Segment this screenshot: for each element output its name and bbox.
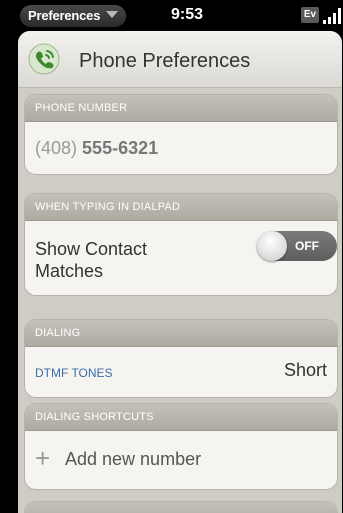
show-contact-matches-toggle[interactable]: OFF xyxy=(257,231,337,261)
app-menu-button[interactable]: Preferences xyxy=(20,5,127,27)
page-title: Phone Preferences xyxy=(79,50,251,72)
dtmf-tones-row[interactable]: DTMF TONES Short xyxy=(25,347,337,397)
chevron-down-icon xyxy=(106,11,119,18)
clock: 9:53 xyxy=(171,6,204,23)
section-header-dialpad: WHEN TYPING IN DIALPAD xyxy=(25,194,337,221)
section-header-dialing: DIALING xyxy=(25,320,337,347)
next-group-partial xyxy=(24,501,338,513)
dtmf-tones-value[interactable]: Short xyxy=(284,360,327,381)
device-screen: Preferences 9:53 Ev Phone Preferences PH… xyxy=(0,0,343,513)
dialing-shortcuts-group: DIALING SHORTCUTS + Add new number xyxy=(24,403,338,490)
section-header-partial xyxy=(25,502,337,513)
toggle-knob[interactable] xyxy=(257,231,287,261)
section-header-dialing-shortcuts: DIALING SHORTCUTS xyxy=(25,404,337,431)
add-new-number-button[interactable]: + Add new number xyxy=(25,431,337,489)
app-window: Phone Preferences PHONE NUMBER (408) 555… xyxy=(18,31,342,513)
add-new-number-label: Add new number xyxy=(65,449,202,469)
phone-number-field: (408) 555-6321 xyxy=(25,122,337,174)
dialing-group: DIALING DTMF TONES Short xyxy=(24,319,338,398)
dialpad-group: WHEN TYPING IN DIALPAD Show Contact Matc… xyxy=(24,193,338,296)
dtmf-tones-label: DTMF TONES xyxy=(35,366,113,380)
section-header-phone-number: PHONE NUMBER xyxy=(25,95,337,122)
phone-area-code: (408) xyxy=(35,138,78,158)
app-header: Phone Preferences xyxy=(18,31,342,88)
phone-number-group: PHONE NUMBER (408) 555-6321 xyxy=(24,94,338,175)
toggle-state: OFF xyxy=(295,239,319,253)
show-contact-matches-row: Show Contact Matches OFF xyxy=(25,221,337,295)
plus-icon: + xyxy=(35,443,51,473)
show-contact-matches-label: Show Contact Matches xyxy=(35,239,148,281)
app-menu-label: Preferences xyxy=(28,8,101,23)
phone-icon xyxy=(28,43,60,75)
signal-strength-icon xyxy=(323,8,341,24)
network-badge-icon: Ev xyxy=(301,7,319,23)
phone-number-value: 555-6321 xyxy=(82,138,159,158)
status-bar: Preferences 9:53 Ev xyxy=(18,0,342,31)
